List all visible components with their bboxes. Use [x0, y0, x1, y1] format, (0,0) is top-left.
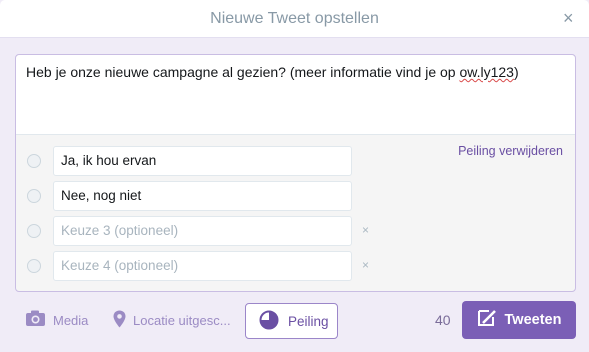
- poll-choice-1: Ja, ik hou ervan: [16, 146, 376, 176]
- poll-choice-4: Keuze 4 (optioneel) ×: [16, 251, 376, 281]
- poll-choice-input[interactable]: Keuze 4 (optioneel): [53, 251, 352, 281]
- dialog-header: Nieuwe Tweet opstellen ×: [0, 0, 589, 38]
- tweet-link: ow.ly123: [459, 64, 514, 80]
- media-label: Media: [53, 312, 89, 328]
- poll-choice-input[interactable]: Ja, ik hou ervan: [53, 146, 352, 176]
- poll-choice-input[interactable]: Nee, nog niet: [53, 181, 352, 211]
- radio-icon: [27, 154, 41, 168]
- close-icon[interactable]: ×: [563, 9, 577, 27]
- character-counter: 40: [435, 312, 451, 328]
- poll-label: Peiling: [288, 313, 329, 329]
- radio-icon: [27, 224, 41, 238]
- dialog-title: Nieuwe Tweet opstellen: [210, 10, 379, 27]
- camera-icon: [25, 310, 53, 330]
- media-button[interactable]: Media: [25, 300, 88, 340]
- composer-toolbar: Media Locatie uitgesc... Peiling 40 Twee…: [15, 300, 576, 340]
- radio-icon: [27, 189, 41, 203]
- tweet-button[interactable]: Tweeten: [462, 301, 576, 339]
- compose-icon: [477, 309, 505, 331]
- poll-icon: [259, 310, 288, 333]
- poll-button[interactable]: Peiling: [245, 303, 338, 339]
- radio-icon: [27, 259, 41, 273]
- composer: Heb je onze nieuwe campagne al gezien? (…: [15, 54, 576, 292]
- remove-choice-icon[interactable]: ×: [362, 258, 369, 272]
- remove-choice-icon[interactable]: ×: [362, 223, 369, 237]
- location-button[interactable]: Locatie uitgesc...: [113, 300, 231, 340]
- tweet-text: Heb je onze nieuwe campagne al gezien? (…: [26, 64, 460, 80]
- poll-choice-3: Keuze 3 (optioneel) ×: [16, 216, 376, 246]
- tweet-textarea[interactable]: Heb je onze nieuwe campagne al gezien? (…: [16, 55, 575, 135]
- tweet-label: Tweeten: [504, 312, 562, 328]
- poll-choice-input[interactable]: Keuze 3 (optioneel): [53, 216, 352, 246]
- poll-choice-2: Nee, nog niet: [16, 181, 376, 211]
- location-label: Locatie uitgesc...: [133, 312, 231, 328]
- location-pin-icon: [113, 310, 133, 331]
- remove-poll-link[interactable]: Peiling verwijderen: [458, 144, 563, 158]
- tweet-dialog: Nieuwe Tweet opstellen × Heb je onze nie…: [0, 0, 589, 352]
- tweet-text-end: ): [513, 64, 519, 80]
